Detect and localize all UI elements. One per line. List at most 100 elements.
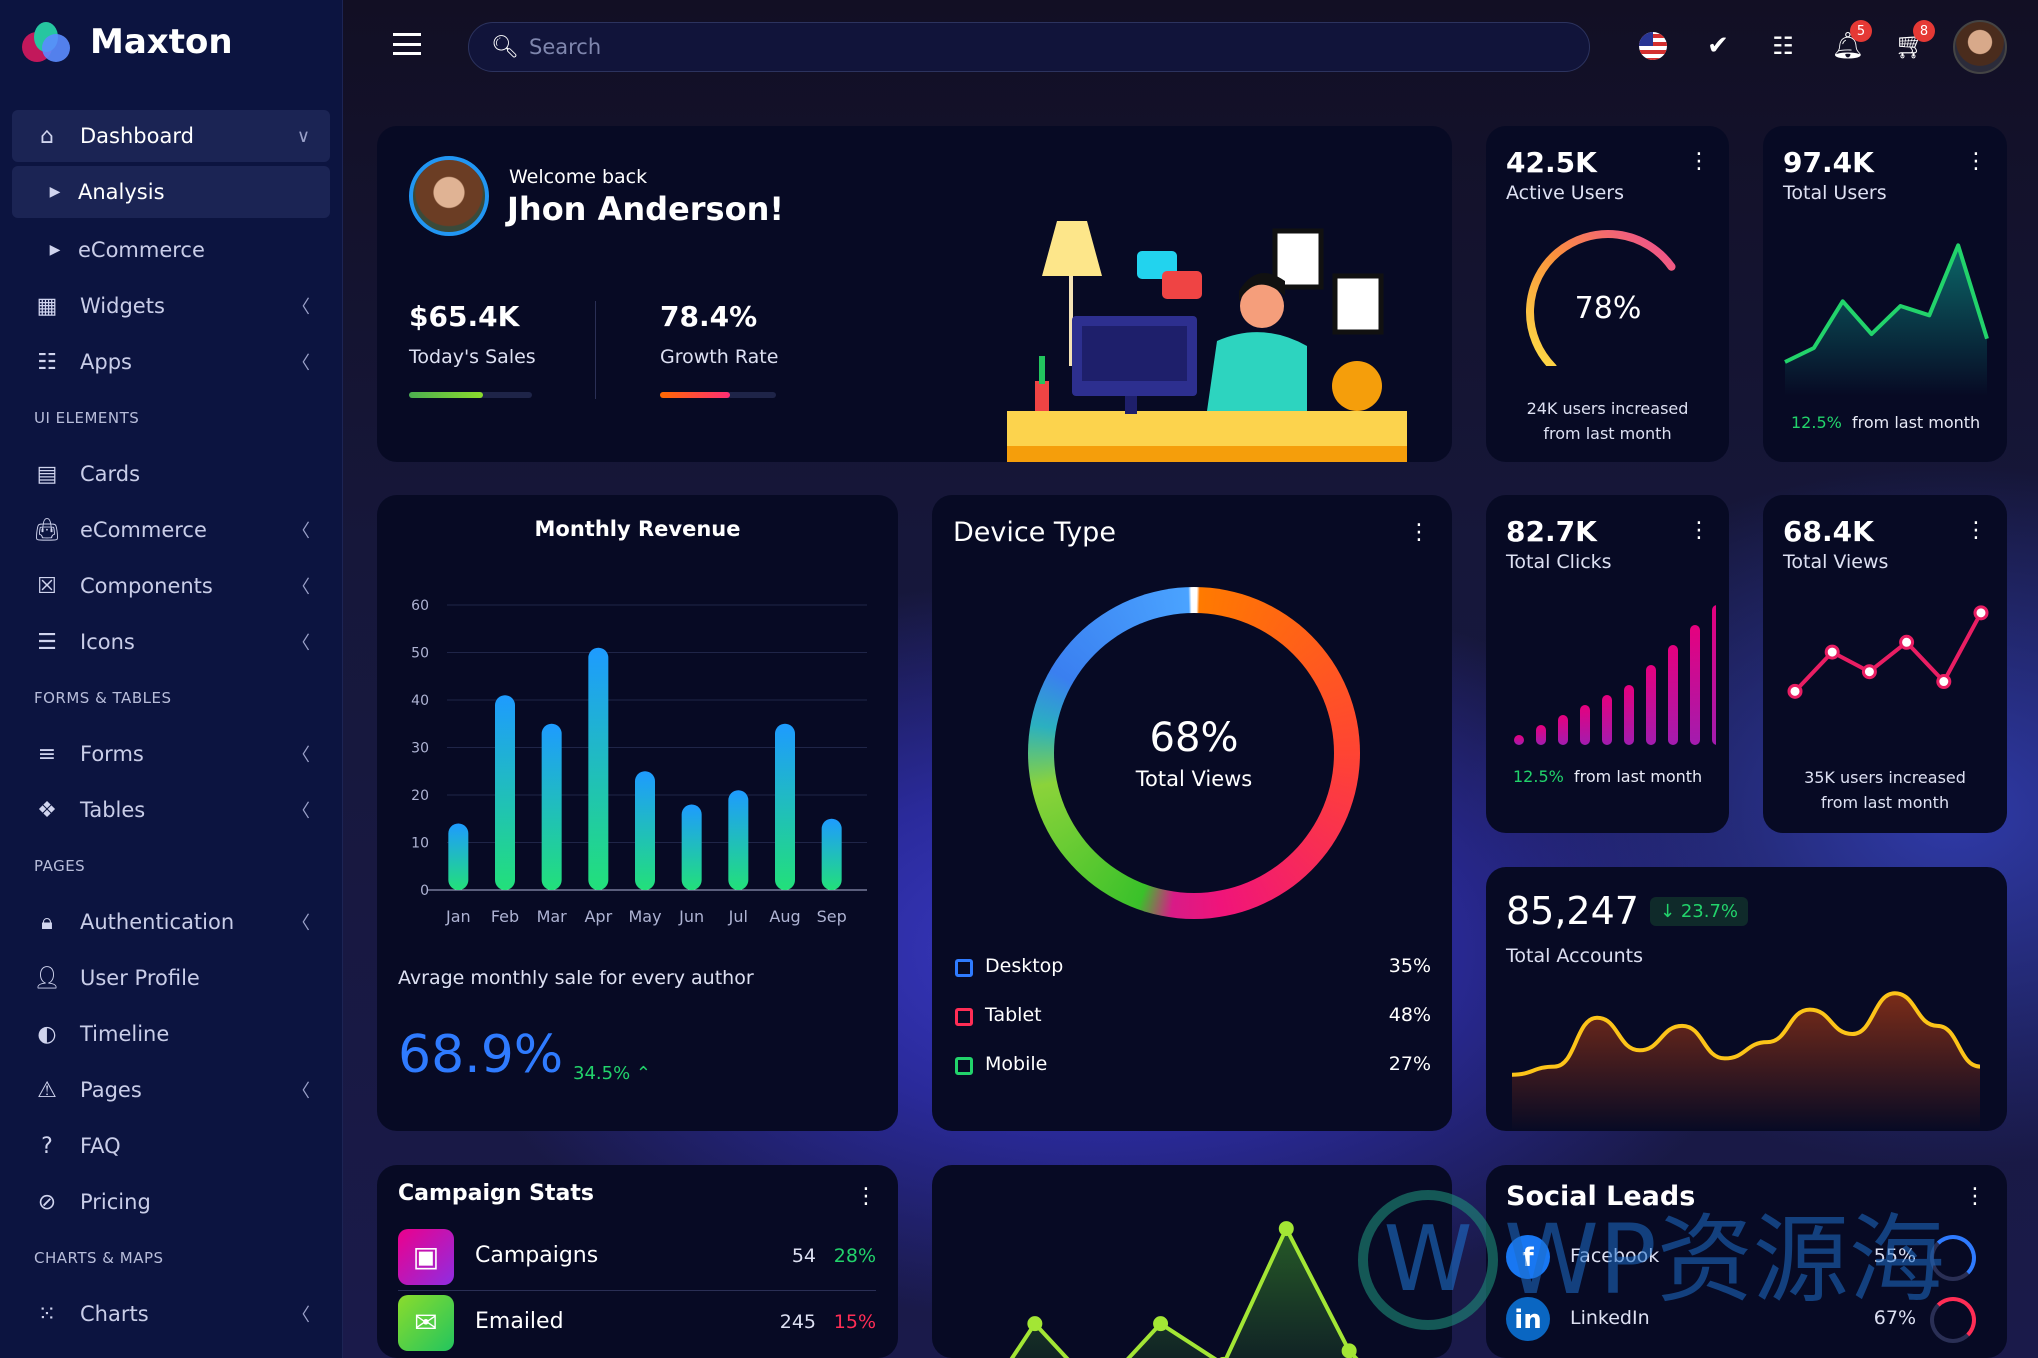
sidebar-item[interactable]: 🔒︎ Authentication 〈 [12, 894, 330, 950]
charts-icon: ⁙ [37, 1301, 57, 1327]
sidebar-subitem[interactable]: ▶ Analysis [12, 166, 330, 218]
notification-badge: 5 [1850, 20, 1872, 42]
bar [681, 804, 702, 890]
search-input[interactable]: 🔍︎ Search [468, 22, 1590, 72]
divider [398, 1290, 876, 1291]
sidebar-item[interactable]: ☷ Apps 〈 [12, 334, 330, 390]
cart-icon[interactable]: 🛒︎ 8 [1891, 20, 1935, 66]
lock-icon: 🔒︎ [41, 909, 53, 935]
divider [595, 301, 596, 399]
campaign-row[interactable]: ✉ Emailed 245 15% [398, 1295, 876, 1351]
sidebar-item-label: Apps [80, 350, 132, 374]
sidebar-item-label: User Profile [80, 966, 200, 990]
search-icon: 🔍︎ [491, 35, 519, 60]
more-options-icon[interactable]: ⋮ [855, 1186, 877, 1208]
data-point [1973, 605, 1989, 621]
total-views-note: 35K users increased from last month [1804, 768, 1966, 812]
data-point [1936, 674, 1952, 690]
sidebar-item[interactable]: ☒ Components 〈 [12, 558, 330, 614]
sidebar-item[interactable]: ⌂ Dashboard ∨ [12, 110, 330, 162]
more-options-icon[interactable]: ⋮ [1688, 520, 1710, 542]
sidebar-item-label: Authentication [80, 910, 235, 934]
sidebar-item[interactable]: ≡ Forms 〈 [12, 726, 330, 782]
sidebar-item[interactable]: ⁙ Charts 〈 [12, 1286, 330, 1342]
sidebar-item[interactable]: ▤ Cards [12, 446, 330, 502]
sidebar-item[interactable]: ⊘ Pricing [12, 1174, 330, 1230]
app-name: Maxton [90, 22, 233, 62]
sidebar-item[interactable]: ❖ Tables 〈 [12, 782, 330, 838]
total-views-value: 68.4K [1783, 515, 1874, 548]
chevron-left-icon: 〈 [292, 577, 310, 598]
sidebar-item[interactable]: 👤︎ User Profile [12, 950, 330, 1006]
x-tick-label: Mar [537, 907, 568, 926]
sidebar-item[interactable]: ▦ Widgets 〈 [12, 278, 330, 334]
campaign-row[interactable]: ▣ Campaigns 54 28% [398, 1229, 876, 1285]
sidebar-item[interactable]: ◐ Timeline [12, 1006, 330, 1062]
sidebar-item-label: eCommerce [80, 518, 207, 542]
revenue-change: 34.5% ⌃ [573, 1063, 652, 1084]
welcome-card: Welcome back Jhon Anderson! $65.4K Today… [377, 126, 1452, 462]
bar [448, 823, 469, 890]
sidebar-item[interactable]: ⚠︎ Pages 〈 [12, 1062, 330, 1118]
series-line [1793, 611, 1983, 693]
more-options-icon[interactable]: ⋮ [1688, 151, 1710, 173]
total-clicks-value: 82.7K [1506, 515, 1597, 548]
more-options-icon[interactable]: ⋮ [1965, 520, 1987, 542]
user-avatar [409, 156, 489, 236]
sidebar-section-header: UI ELEMENTS [34, 409, 140, 427]
sidebar-item-label: FAQ [80, 1134, 121, 1158]
bar [1690, 625, 1700, 745]
logo[interactable]: Maxton [22, 22, 233, 62]
chevron-left-icon: 〈 [292, 353, 310, 374]
double-check-icon[interactable]: ✔︎ [1698, 26, 1738, 66]
forms-icon: ≡ [37, 741, 57, 767]
monthly-revenue-bar-chart: 0 10 20 30 40 50 60 Jan Feb Mar Apr May Jun Jul Aug Sep [411, 598, 867, 926]
sidebar-section-header: CHARTS & MAPS [34, 1249, 164, 1267]
sidebar-item-label: Tables [80, 798, 146, 822]
y-tick-label: 50 [411, 646, 429, 662]
monitor-icon [955, 959, 973, 977]
more-options-icon[interactable]: ⋮ [1408, 522, 1430, 544]
data-point [1341, 1343, 1357, 1358]
mobile-icon [955, 1057, 973, 1075]
data-point [1278, 1221, 1294, 1237]
more-options-icon[interactable]: ⋮ [1965, 151, 1987, 173]
revenue-percent: 68.9% [398, 1025, 564, 1085]
cards-icon: ▤ [36, 461, 58, 487]
chevron-left-icon: 〈 [292, 297, 310, 318]
welcome-name: Jhon Anderson! [507, 190, 784, 228]
bar [1514, 735, 1524, 745]
sidebar-subitem[interactable]: ▶ eCommerce [12, 222, 330, 278]
menu-toggle-icon[interactable] [393, 33, 421, 55]
sidebar-item-label: Timeline [80, 1022, 170, 1046]
y-tick-label: 60 [411, 598, 429, 614]
notification-bell-icon[interactable]: 🔔︎ 5 [1828, 20, 1872, 66]
sidebar-item-label: Pricing [80, 1190, 151, 1214]
donut-center-value: 68% [1149, 715, 1239, 761]
bar [775, 723, 795, 890]
user-avatar[interactable] [1953, 20, 2007, 74]
search-placeholder: Search [529, 35, 602, 59]
data-point [1824, 644, 1840, 660]
bar [728, 790, 749, 890]
sidebar-item[interactable]: ☰ Icons 〈 [12, 614, 330, 670]
card-title: Campaign Stats [398, 1181, 594, 1206]
sidebar-item-label: Dashboard [80, 124, 194, 148]
total-clicks-card: 82.7K Total Clicks ⋮ 12.5% from last mon… [1486, 495, 1729, 833]
more-options-icon[interactable]: ⋮ [1964, 1186, 1986, 1208]
timeline-icon: ◐ [37, 1021, 57, 1047]
active-users-card: 42.5K Active Users ⋮ 78% 24K users incre… [1486, 126, 1729, 462]
icons-icon: ☰ [37, 629, 57, 655]
total-accounts-card: 85,247 ↓ 23.7% Total Accounts [1486, 867, 2007, 1131]
growth-value: 78.4% [660, 300, 758, 333]
sidebar-item[interactable]: 👜︎ eCommerce 〈 [12, 502, 330, 558]
x-tick-label: Apr [584, 907, 612, 926]
total-clicks-label: Total Clicks [1506, 551, 1612, 573]
caret-right-icon: ▶ [49, 184, 61, 200]
apps-grid-icon[interactable]: ☷ [1763, 26, 1803, 66]
us-flag-icon[interactable] [1633, 26, 1673, 66]
calendar-icon: ▣ [398, 1229, 454, 1285]
total-users-card: 97.4K Total Users ⋮ 12.5% from last mont… [1763, 126, 2007, 462]
sidebar-item[interactable]: ? FAQ [12, 1118, 330, 1174]
active-users-gauge: 78% [1526, 230, 1676, 366]
